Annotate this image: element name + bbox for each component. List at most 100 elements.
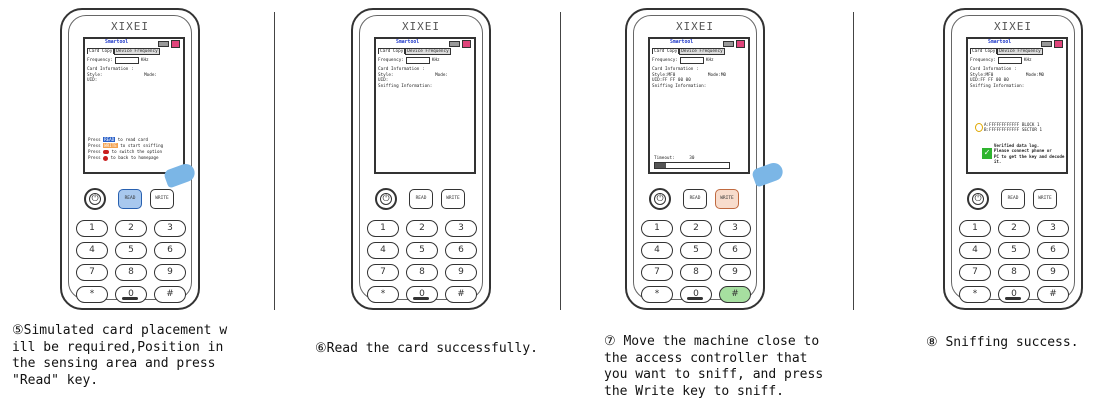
read-button[interactable]: READ [1001, 189, 1025, 209]
tab-card-copy[interactable]: Card Copy [652, 48, 680, 54]
timeout-progress-bar [654, 162, 730, 169]
step-caption: ⑤Simulated card placement w ill be requi… [12, 323, 228, 388]
read-button[interactable]: READ [118, 189, 142, 209]
app-title: Smartool [988, 40, 1012, 45]
frequency-unit: KHz [431, 57, 440, 63]
brand-label: XIXEI [993, 20, 1033, 33]
write-button[interactable]: WRITE [715, 189, 739, 209]
speaker-grille [62, 285, 198, 304]
key-9[interactable]: 9 [154, 264, 186, 281]
device-phone: XIXEI Smartool Card Copy Device Frequenc… [60, 8, 200, 310]
key-6[interactable]: 6 [445, 242, 477, 259]
key-icon [975, 123, 983, 132]
frequency-label: Frequency: [970, 57, 996, 63]
battery-icon [1041, 41, 1052, 47]
key-8[interactable]: 8 [998, 264, 1030, 281]
read-button[interactable]: READ [683, 189, 707, 209]
key-1[interactable]: 1 [641, 220, 673, 237]
frequency-unit: KHz [140, 57, 149, 63]
check-icon: ✓ [982, 148, 992, 160]
key-7[interactable]: 7 [641, 264, 673, 281]
frequency-label: Frequency: [652, 57, 678, 63]
key-1[interactable]: 1 [76, 220, 108, 237]
key-7[interactable]: 7 [367, 264, 399, 281]
key-2[interactable]: 2 [406, 220, 438, 237]
key-4[interactable]: 4 [367, 242, 399, 259]
key-6[interactable]: 6 [154, 242, 186, 259]
tab-card-copy[interactable]: Card Copy [378, 48, 406, 54]
write-button[interactable]: WRITE [150, 189, 174, 209]
key-4[interactable]: 4 [641, 242, 673, 259]
key-1[interactable]: 1 [367, 220, 399, 237]
write-button[interactable]: WRITE [441, 189, 465, 209]
read-button[interactable]: READ [409, 189, 433, 209]
key-line-b: B:FFFFFFFFFFFF SECTOR 1 [984, 127, 1042, 133]
card-mode: Mode:M0 [707, 72, 726, 78]
device-phone: XIXEI Smartool Card Copy Device Frequenc… [943, 8, 1083, 310]
key-5[interactable]: 5 [680, 242, 712, 259]
key-8[interactable]: 8 [115, 264, 147, 281]
success-message: ✓ Verified data log. Please connect phon… [982, 143, 1066, 165]
key-6[interactable]: 6 [719, 242, 751, 259]
key-6[interactable]: 6 [1037, 242, 1069, 259]
device-phone: XIXEI Smartool Card Copy Device Frequenc… [351, 8, 491, 310]
key-4[interactable]: 4 [76, 242, 108, 259]
tab-card-copy[interactable]: Card Copy [970, 48, 998, 54]
power-button[interactable]: ⏻ [649, 188, 671, 210]
tab-card-copy[interactable]: Card Copy [87, 48, 115, 54]
key-9[interactable]: 9 [719, 264, 751, 281]
key-5[interactable]: 5 [115, 242, 147, 259]
device-screen: Smartool Card Copy Device Frequency Freq… [966, 37, 1068, 174]
read-key-hint: READ [103, 137, 116, 142]
power-icon: ⏻ [656, 194, 664, 204]
tab-device-frequency[interactable]: Device Frequency [997, 48, 1043, 55]
key-8[interactable]: 8 [680, 264, 712, 281]
instruction-list: Press READ to read card Press WRITE to s… [88, 137, 163, 161]
close-icon[interactable] [462, 40, 471, 48]
step-caption: ⑧ Sniffing success. [926, 335, 1079, 350]
battery-icon [723, 41, 734, 47]
key-4[interactable]: 4 [959, 242, 991, 259]
device-phone: XIXEI Smartool Card Copy Device Frequenc… [625, 8, 765, 310]
tab-device-frequency[interactable]: Device Frequency [114, 48, 160, 55]
key-9[interactable]: 9 [445, 264, 477, 281]
close-icon[interactable] [1054, 40, 1063, 48]
power-button[interactable]: ⏻ [375, 188, 397, 210]
key-3[interactable]: 3 [445, 220, 477, 237]
frequency-select[interactable] [997, 57, 1022, 64]
write-button[interactable]: WRITE [1033, 189, 1057, 209]
sniffing-info-label: Sniffing Information: [652, 83, 707, 89]
close-icon[interactable] [736, 40, 745, 48]
app-title: Smartool [105, 40, 129, 45]
power-button[interactable]: ⏻ [84, 188, 106, 210]
tab-device-frequency[interactable]: Device Frequency [405, 48, 451, 55]
card-uid: UID: [87, 78, 98, 84]
frequency-select[interactable] [114, 57, 139, 64]
key-5[interactable]: 5 [406, 242, 438, 259]
key-7[interactable]: 7 [76, 264, 108, 281]
frequency-label: Frequency: [378, 57, 404, 63]
step6-panel: XIXEI Smartool Card Copy Device Frequenc… [275, 0, 560, 410]
key-1[interactable]: 1 [959, 220, 991, 237]
key-2[interactable]: 2 [115, 220, 147, 237]
battery-icon [449, 41, 460, 47]
speaker-grille [353, 285, 489, 304]
device-screen: Smartool Card Copy Device Frequency Freq… [83, 37, 185, 174]
key-3[interactable]: 3 [719, 220, 751, 237]
instruction-home: Press to back to homepage [88, 155, 159, 161]
key-2[interactable]: 2 [998, 220, 1030, 237]
tab-device-frequency[interactable]: Device Frequency [679, 48, 725, 55]
key-7[interactable]: 7 [959, 264, 991, 281]
key-5[interactable]: 5 [998, 242, 1030, 259]
key-3[interactable]: 3 [154, 220, 186, 237]
key-9[interactable]: 9 [1037, 264, 1069, 281]
key-2[interactable]: 2 [680, 220, 712, 237]
power-button[interactable]: ⏻ [967, 188, 989, 210]
key-3[interactable]: 3 [1037, 220, 1069, 237]
timeout-value: 30 [689, 156, 695, 162]
speaker-grille [627, 285, 763, 304]
key-8[interactable]: 8 [406, 264, 438, 281]
frequency-select[interactable] [405, 57, 430, 64]
frequency-select[interactable] [679, 57, 704, 64]
close-icon[interactable] [171, 40, 180, 48]
